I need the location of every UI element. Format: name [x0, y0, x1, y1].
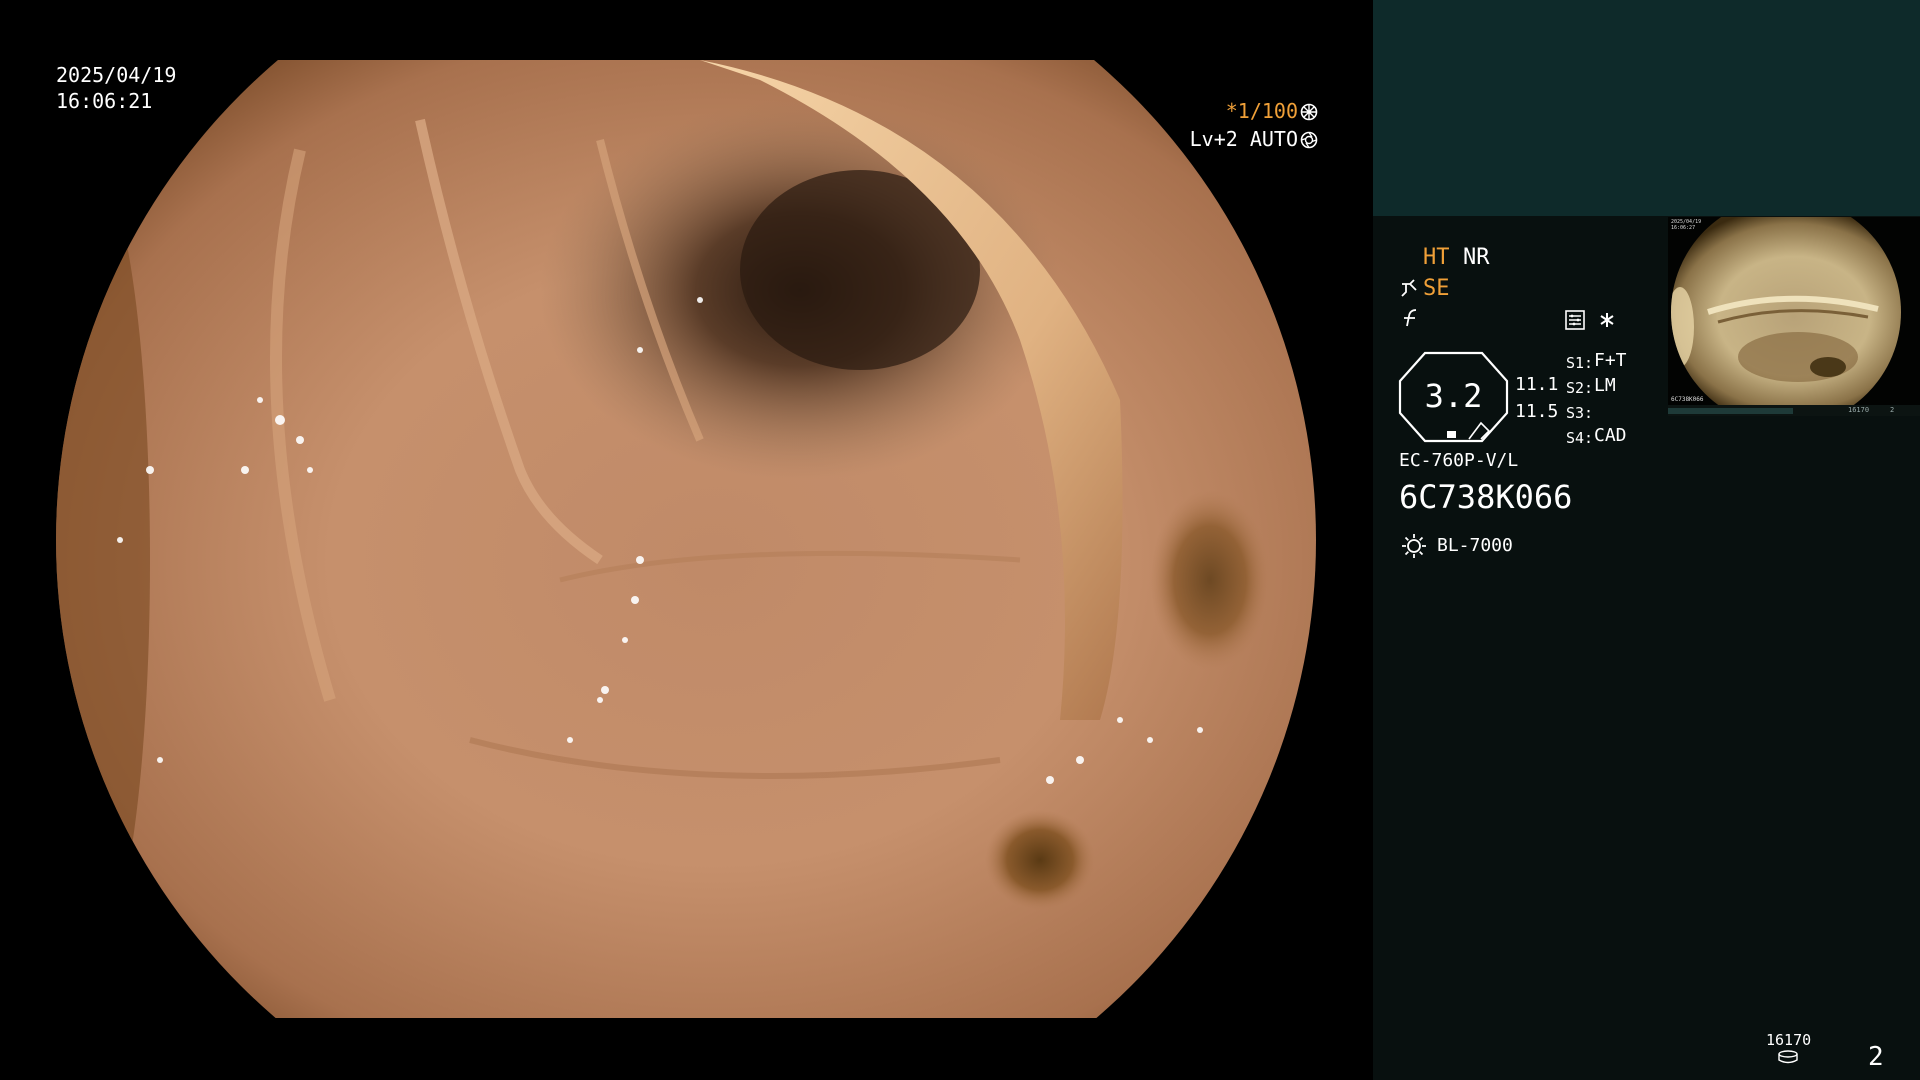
ht-indicator: HT — [1423, 245, 1450, 270]
thumbnail-progress-segment — [1668, 408, 1793, 414]
date-text: 2025/04/19 — [56, 63, 177, 87]
thumbnail-page: 2 — [1890, 406, 1895, 414]
scope-serial: 6C738K066 — [1399, 478, 1573, 516]
s2-key: S2: — [1566, 379, 1594, 397]
s3-key: S3: — [1566, 404, 1594, 422]
lightning-icon — [1404, 309, 1417, 327]
nr-indicator: NR — [1463, 245, 1490, 270]
datetime: 2025/04/19 16:06:21 — [56, 62, 176, 114]
thumbnail-serial: 6C738K066 — [1671, 396, 1704, 403]
endoscopic-image — [56, 60, 1316, 1018]
measure-value-2: 11.5 — [1515, 401, 1559, 422]
page-number: 2 — [1868, 1042, 1884, 1072]
storage-count: 16170 — [1766, 1031, 1812, 1049]
s4-value: CAD — [1594, 425, 1627, 446]
brightness-level: Lv+2 AUTO — [1190, 126, 1318, 152]
memory-card-icon — [1565, 310, 1585, 330]
status-panel: HT NR SE 3.2 11.1 11.5 S1: F+T S2: LM S3… — [1373, 0, 1920, 1080]
thumbnail-count: 16170 — [1848, 406, 1870, 414]
thumbnail-footer: 16170 2 — [1668, 405, 1920, 416]
asterisk-icon — [1600, 313, 1614, 327]
light-source: BL-7000 — [1437, 535, 1513, 556]
disk-icon — [1778, 1050, 1798, 1064]
scope-tip-icon — [1401, 279, 1417, 297]
aperture-icon — [1300, 103, 1318, 121]
scope-model: EC-760P-V/L — [1399, 450, 1519, 471]
capture-thumbnail[interactable]: 2025/04/19 16:06:27 6C738K066 — [1668, 217, 1920, 416]
s1-key: S1: — [1566, 354, 1594, 372]
s1-value: F+T — [1594, 350, 1627, 371]
measure-value-1: 11.1 — [1515, 374, 1559, 395]
s2-value: LM — [1594, 375, 1616, 396]
thumbnail-datetime: 2025/04/19 16:06:27 — [1671, 219, 1702, 231]
panel-header-area — [1373, 0, 1920, 216]
se-indicator: SE — [1423, 276, 1450, 301]
s4-key: S4: — [1566, 429, 1594, 447]
time-text: 16:06:21 — [56, 89, 153, 113]
sun-lamp-icon — [1402, 534, 1426, 558]
thumbnail-image — [1668, 217, 1920, 416]
level-text: Lv+2 AUTO — [1189, 127, 1298, 151]
iris-icon — [1300, 131, 1318, 149]
endoscope-view: 2025/04/19 16:06:21 *1/100 Lv+2 AUTO — [0, 0, 1373, 1080]
zoom-value: 3.2 — [1424, 377, 1483, 415]
shutter-indicator: *1/100 — [1226, 98, 1318, 124]
shutter-text: *1/100 — [1225, 99, 1298, 123]
